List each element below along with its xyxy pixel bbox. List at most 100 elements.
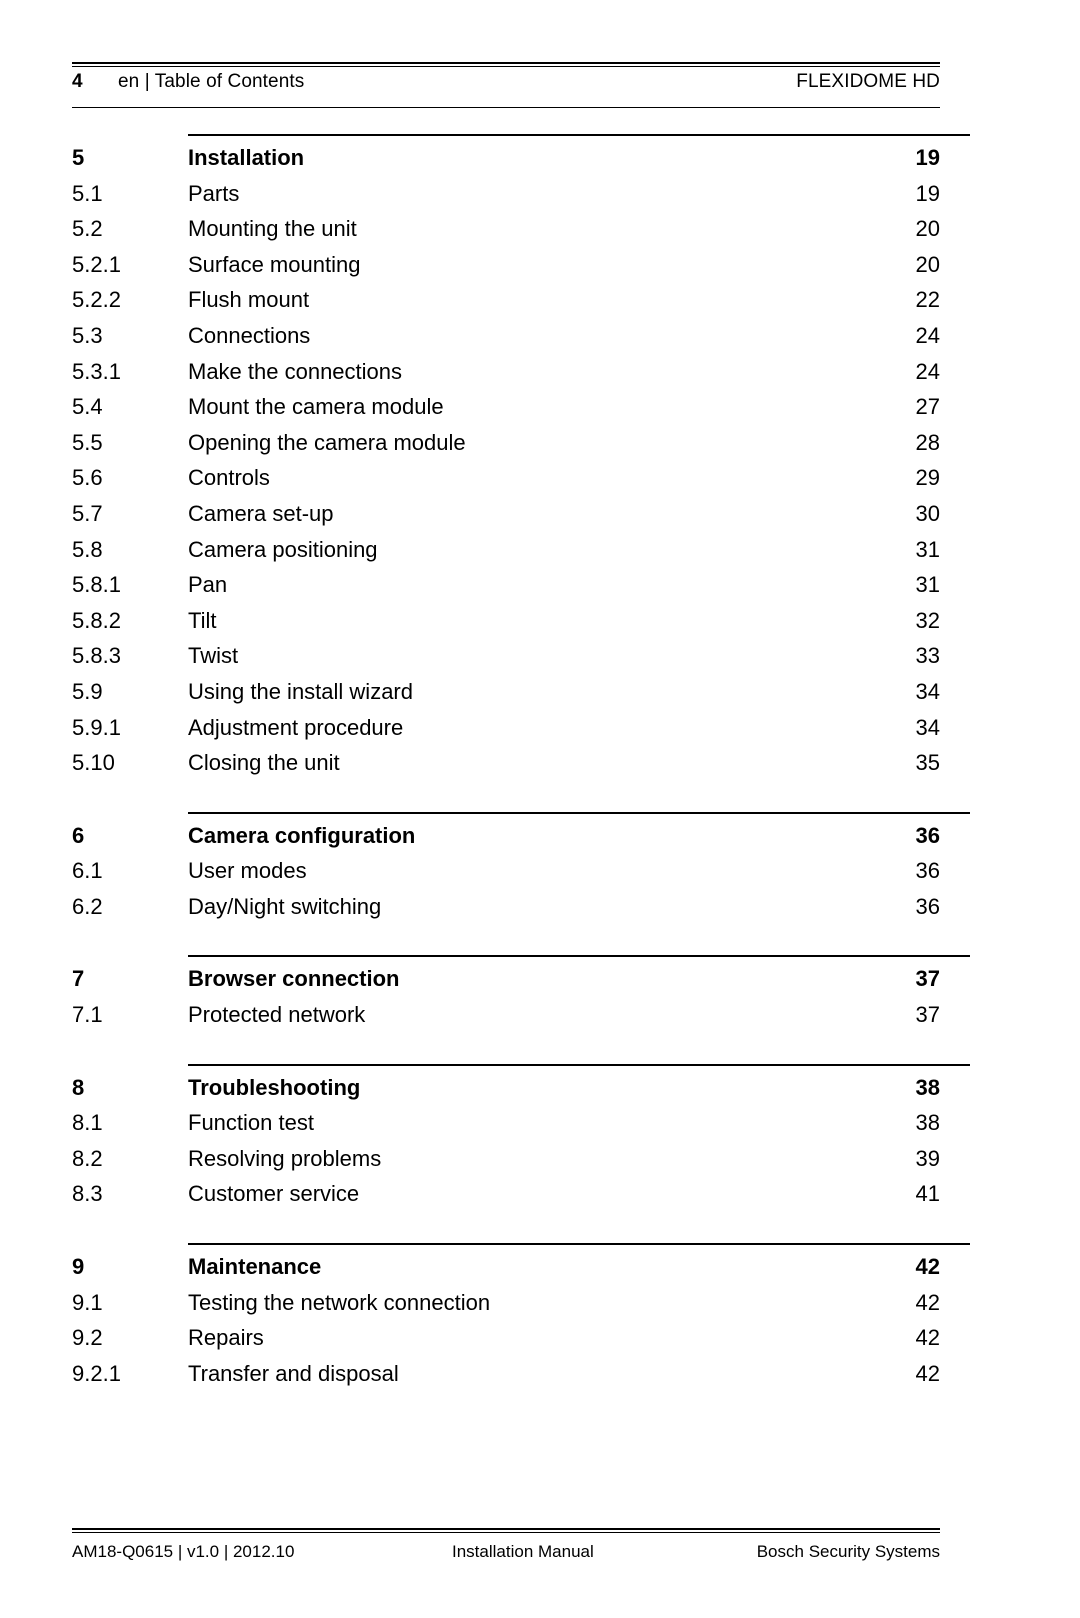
toc-entry-title: Function test — [188, 1110, 314, 1136]
toc-entry-page: 22 — [915, 287, 940, 313]
toc-entry-title: Day/Night switching — [188, 893, 382, 919]
toc-entry-title: Pan — [188, 572, 228, 598]
toc-entry-title: Mounting the unit — [188, 216, 357, 242]
header-bottom-rule — [72, 107, 940, 108]
toc-entry-number: 7 — [72, 966, 85, 992]
toc-entry-title: Adjustment procedure — [188, 714, 404, 740]
breadcrumb: en | Table of Contents — [118, 71, 305, 92]
toc-entry[interactable]: 5.9 Using the install wizard 34 — [72, 679, 970, 715]
toc-entry-page: 36 — [915, 858, 940, 884]
toc-entry-title: Camera set-up — [188, 500, 334, 526]
toc-entry[interactable]: 5.4 Mount the camera module 27 — [72, 394, 970, 430]
toc-entry-number: 5.2 — [72, 216, 103, 242]
header-page-number: 4 — [72, 71, 83, 92]
toc-entry[interactable]: 9.1 Testing the network connection 42 — [72, 1290, 970, 1326]
toc-entry-title: Twist — [188, 643, 239, 669]
toc-entry-page: 20 — [915, 251, 940, 277]
toc-entry-title: Surface mounting — [188, 251, 361, 277]
toc-entry[interactable]: 5.8.1 Pan 31 — [72, 572, 970, 608]
toc-entry-title: Maintenance — [188, 1254, 322, 1280]
toc-group-rule — [188, 1063, 970, 1066]
toc-entry-page: 27 — [915, 394, 940, 420]
toc-entry-title: Flush mount — [188, 287, 310, 313]
toc-entry[interactable]: 5.1 Parts 19 — [72, 181, 970, 217]
toc-entry-page: 29 — [915, 465, 940, 491]
toc-entry-title: Resolving problems — [188, 1145, 382, 1171]
toc-entry-page: 31 — [915, 536, 940, 562]
toc-entry[interactable]: 9 Maintenance 42 — [72, 1254, 970, 1290]
toc-entry-page: 35 — [915, 750, 940, 776]
toc-entry-number: 8.1 — [72, 1110, 103, 1136]
toc-entry[interactable]: 5.6 Controls 29 — [72, 465, 970, 501]
toc-entry-title: Controls — [188, 465, 270, 491]
footer-manual-type: Installation Manual — [452, 1542, 594, 1561]
toc-entry-number: 5.3 — [72, 322, 103, 348]
toc-entry[interactable]: 8.3 Customer service 41 — [72, 1181, 970, 1217]
toc-entry[interactable]: 7 Browser connection 37 — [72, 966, 970, 1002]
toc-entry-page: 28 — [915, 429, 940, 455]
toc-entry[interactable]: 8.1 Function test 38 — [72, 1110, 970, 1146]
toc-entry[interactable]: 5.3 Connections 24 — [72, 323, 970, 359]
toc-entry-number: 8.2 — [72, 1145, 103, 1171]
toc-entry[interactable]: 5.2.1 Surface mounting 20 — [72, 252, 970, 288]
toc-entry-title: Testing the network connection — [188, 1289, 491, 1315]
toc-group-rule — [188, 955, 970, 958]
toc-entry[interactable]: 8 Troubleshooting 38 — [72, 1075, 970, 1111]
toc-entry-page: 31 — [915, 572, 940, 598]
toc-entry[interactable]: 5.10 Closing the unit 35 — [72, 750, 970, 786]
toc-entry-page: 34 — [915, 714, 940, 740]
toc-entry-number: 8 — [72, 1074, 85, 1100]
header-product-name: FLEXIDOME HD — [796, 71, 940, 92]
toc-group: 9 Maintenance 42 9.1 Testing the network con… — [72, 1243, 970, 1396]
toc-entry-number: 6 — [72, 822, 85, 848]
toc-entry[interactable]: 5.8 Camera positioning 31 — [72, 537, 970, 573]
toc-entry-number: 5.1 — [72, 180, 103, 206]
toc-entry[interactable]: 5 Installation 19 — [72, 145, 970, 181]
toc-entry-page: 33 — [915, 643, 940, 669]
toc-entry[interactable]: 7.1 Protected network 37 — [72, 1002, 970, 1038]
toc-entry-number: 9.1 — [72, 1289, 103, 1315]
toc-entry[interactable]: 5.9.1 Adjustment procedure 34 — [72, 715, 970, 751]
toc-entry[interactable]: 8.2 Resolving problems 39 — [72, 1146, 970, 1182]
toc-entry-number: 9.2.1 — [72, 1360, 121, 1386]
toc-entry[interactable]: 5.2.2 Flush mount 22 — [72, 287, 970, 323]
toc-entry[interactable]: 5.3.1 Make the connections 24 — [72, 359, 970, 395]
toc-entry-number: 5.5 — [72, 429, 103, 455]
toc-group: 8 Troubleshooting 38 8.1 Function test 38 8.2 R… — [72, 1063, 970, 1217]
toc-entry-number: 9.2 — [72, 1325, 103, 1351]
toc-entry[interactable]: 6 Camera configuration 36 — [72, 823, 970, 859]
toc-entry[interactable]: 5.8.3 Twist 33 — [72, 643, 970, 679]
toc-entry[interactable]: 5.8.2 Tilt 32 — [72, 608, 970, 644]
toc-entry[interactable]: 6.2 Day/Night switching 36 — [72, 894, 970, 930]
toc-entry[interactable]: 9.2 Repairs 42 — [72, 1325, 970, 1361]
toc-entry-page: 42 — [915, 1360, 940, 1386]
toc-entry-number: 5.8.2 — [72, 607, 121, 633]
toc-entry-page: 19 — [915, 145, 940, 170]
toc-entry-number: 5.10 — [72, 750, 115, 776]
toc-entry[interactable]: 5.7 Camera set-up 30 — [72, 501, 970, 537]
footer-company: Bosch Security Systems — [756, 1542, 940, 1561]
page-footer: AM18-Q0615 | v1.0 | 2012.10 Installation… — [72, 1528, 940, 1562]
toc-entry-title: Camera configuration — [188, 822, 416, 848]
toc-entry-number: 6.2 — [72, 893, 103, 919]
toc-entry-page: 30 — [915, 500, 940, 526]
toc-entry-page: 42 — [915, 1254, 940, 1280]
toc-entry-page: 36 — [915, 893, 940, 919]
toc-entry[interactable]: 5.2 Mounting the unit 20 — [72, 216, 970, 252]
toc-entry-title: Repairs — [188, 1325, 264, 1351]
toc-entry[interactable]: 9.2.1 Transfer and disposal 42 — [72, 1361, 970, 1397]
toc-entry-page: 20 — [915, 216, 940, 242]
footer-document-id: AM18-Q0615 | v1.0 | 2012.10 — [72, 1542, 295, 1561]
toc-entry-number: 5.8.1 — [72, 572, 121, 598]
toc-entry-title: Troubleshooting — [188, 1074, 361, 1100]
toc-entry[interactable]: 6.1 User modes 36 — [72, 858, 970, 894]
toc-entry-title: User modes — [188, 858, 307, 884]
toc-entry-title: Using the install wizard — [188, 678, 413, 704]
toc-entry-title: Connections — [188, 322, 311, 348]
toc-entry-number: 8.3 — [72, 1181, 103, 1207]
toc-entry[interactable]: 5.5 Opening the camera module 28 — [72, 430, 970, 466]
toc-entry-page: 24 — [915, 322, 940, 348]
table-of-contents: 5 Installation 19 5.1 Parts 19 5.2 Mounting the… — [72, 134, 970, 1422]
toc-entry-title: Customer service — [188, 1181, 360, 1207]
page-header: 4 en | Table of Contents FLEXIDOME HD — [72, 62, 940, 108]
